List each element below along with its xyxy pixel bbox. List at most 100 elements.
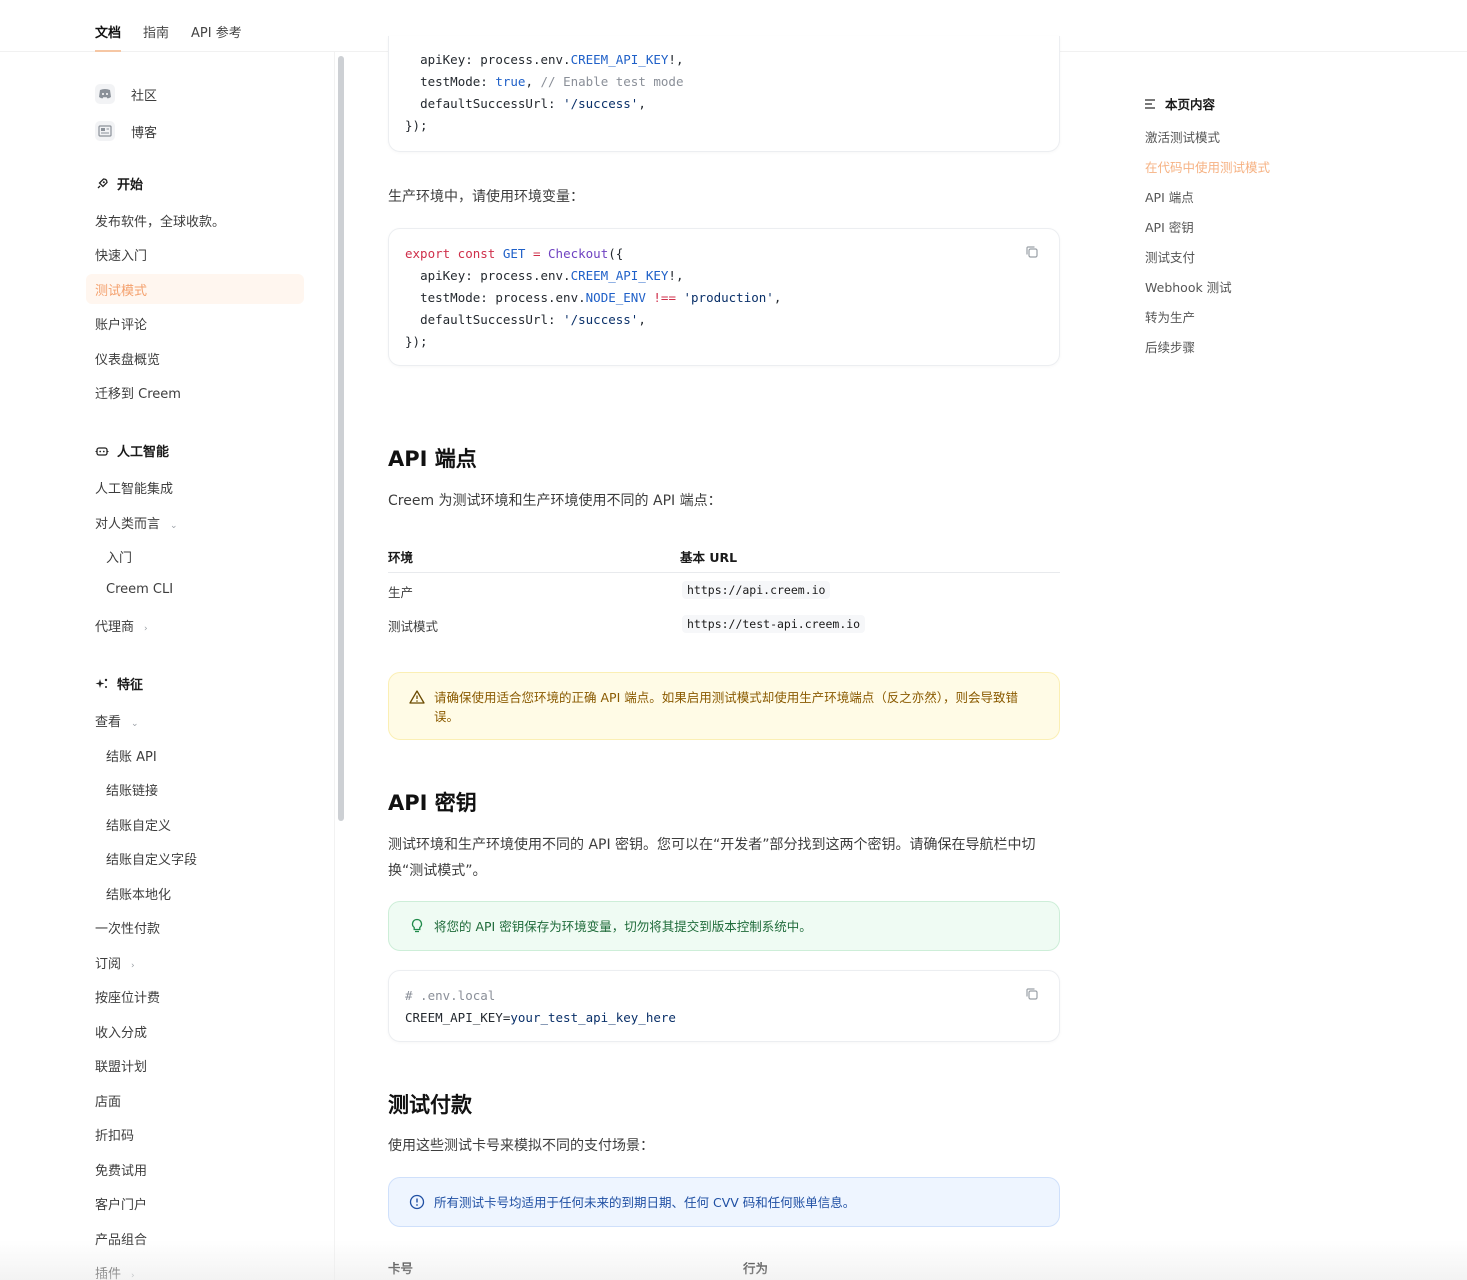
info-callout: 所有测试卡号均适用于任何未来的到期日期、任何 CVV 码和任何账单信息。	[388, 1177, 1060, 1227]
bottom-fade	[0, 1240, 1467, 1280]
table-cell-env: 测试模式	[388, 619, 439, 634]
sidebar-item-checkout-localization[interactable]: 结账本地化	[106, 884, 171, 903]
sidebar-item-getting-started[interactable]: 入门	[106, 547, 132, 566]
table-cell-url: https://api.creem.io	[682, 581, 831, 599]
sidebar-scrollbar[interactable]	[338, 56, 344, 821]
sidebar-item-affiliates[interactable]: 联盟计划	[95, 1056, 147, 1075]
section-heading-ai: 人工智能	[95, 441, 169, 460]
sidebar-item-agents[interactable]: 代理商 ›	[95, 616, 148, 635]
warning-callout: 请确保使用适合您环境的正确 API 端点。如果启用测试模式却使用生产环境端点（反…	[388, 672, 1060, 740]
sidebar-item-checkout-api[interactable]: 结账 API	[106, 746, 157, 765]
chevron-down-icon: ⌄	[131, 719, 139, 729]
sidebar-item-checkout-custom[interactable]: 结账自定义	[106, 815, 171, 834]
code-line: });	[405, 334, 428, 349]
sidebar-link-label: 社区	[131, 88, 158, 104]
sidebar-item-quickstart[interactable]: 快速入门	[95, 245, 147, 264]
sidebar-item-creem-cli[interactable]: Creem CLI	[106, 582, 173, 597]
sidebar-item-one-time[interactable]: 一次性付款	[95, 918, 160, 937]
heading-api-endpoints: API 端点	[388, 447, 477, 471]
copy-icon[interactable]	[1025, 245, 1039, 259]
info-circle-icon	[409, 1194, 425, 1210]
newspaper-icon	[95, 121, 115, 141]
code-line: # .env.local	[405, 988, 496, 1003]
sidebar-item-seat-billing[interactable]: 按座位计费	[95, 987, 160, 1006]
payments-intro: 使用这些测试卡号来模拟不同的支付场景：	[388, 1138, 654, 1154]
active-tab-indicator	[95, 50, 121, 52]
code-line: export const GET = Checkout({	[405, 246, 624, 261]
section-heading-start: 开始	[95, 174, 143, 193]
tip-callout: 将您的 API 密钥保存为环境变量，切勿将其提交到版本控制系统中。	[388, 901, 1060, 951]
sidebar-item-plugins[interactable]: 插件 ›	[95, 1263, 135, 1280]
rocket-icon	[97, 177, 108, 188]
sparkles-icon	[95, 678, 108, 688]
tab-guides[interactable]: 指南	[143, 22, 169, 41]
chevron-down-icon: ⌄	[170, 521, 178, 531]
endpoints-intro: Creem 为测试环境和生产环境使用不同的 API 端点：	[388, 493, 722, 509]
sidebar-item-checkout-links[interactable]: 结账链接	[106, 780, 158, 799]
discord-icon	[95, 84, 115, 104]
sidebar-link-label: 博客	[131, 125, 158, 141]
sidebar-item-migrate[interactable]: 迁移到 Creem	[95, 383, 181, 402]
code-line: testMode: process.env.NODE_ENV !== 'prod…	[420, 290, 782, 305]
chevron-right-icon: ›	[131, 1271, 135, 1280]
toc-item-code-usage[interactable]: 在代码中使用测试模式	[1145, 157, 1270, 176]
toc-item-next-steps[interactable]: 后续步骤	[1145, 337, 1195, 356]
code-line: defaultSuccessUrl: '/success',	[420, 96, 646, 111]
sidebar-link-blog[interactable]: 博客	[95, 121, 157, 141]
copy-icon[interactable]	[1025, 987, 1039, 1001]
code-line: apiKey: process.env.CREEM_API_KEY!,	[420, 52, 684, 67]
column-header-behavior: 行为	[743, 1261, 769, 1276]
sidebar-item-checkout-fields[interactable]: 结账自定义字段	[106, 849, 197, 868]
sidebar-item-for-humans[interactable]: 对人类而言 ⌄	[95, 513, 178, 532]
code-block-production: export const GET = Checkout({ apiKey: pr…	[388, 228, 1060, 366]
sidebar-item-discounts[interactable]: 折扣码	[95, 1125, 134, 1144]
toc-item-webhook[interactable]: Webhook 测试	[1145, 277, 1232, 296]
keys-intro: 测试环境和生产环境使用不同的 API 密钥。您可以在“开发者”部分找到这两个密钥…	[388, 837, 1036, 879]
sidebar-item-subscriptions[interactable]: 订阅 ›	[95, 953, 135, 972]
toc-item-activate[interactable]: 激活测试模式	[1145, 127, 1220, 146]
sidebar-item-dashboard[interactable]: 仪表盘概览	[95, 349, 160, 368]
tab-docs[interactable]: 文档	[95, 22, 121, 41]
toc-title: 本页内容	[1145, 94, 1215, 113]
toc-item-api-keys[interactable]: API 密钥	[1145, 217, 1194, 236]
sidebar-item-customer-portal[interactable]: 客户门户	[95, 1194, 147, 1213]
sidebar-item-view[interactable]: 查看 ⌄	[95, 711, 139, 730]
production-env-text: 生产环境中，请使用环境变量：	[388, 189, 584, 205]
code-block-test-mode: apiKey: process.env.CREEM_API_KEY!, test…	[388, 36, 1060, 152]
sidebar-item-test-mode[interactable]: 测试模式	[95, 280, 147, 299]
code-block-env: # .env.local CREEM_API_KEY=your_test_api…	[388, 970, 1060, 1042]
toc-item-test-payments[interactable]: 测试支付	[1145, 247, 1195, 266]
sidebar-link-community[interactable]: 社区	[95, 84, 157, 104]
section-heading-features: 特征	[95, 674, 143, 693]
tab-api-reference[interactable]: API 参考	[191, 22, 242, 41]
sidebar-item-storefront[interactable]: 店面	[95, 1091, 121, 1110]
column-header-env: 环境	[388, 550, 414, 565]
code-line: defaultSuccessUrl: '/success',	[420, 312, 646, 327]
tip-text: 将您的 API 密钥保存为环境变量，切勿将其提交到版本控制系统中。	[434, 919, 812, 934]
sidebar-item-bundles[interactable]: 产品组合	[95, 1229, 147, 1248]
table-cell-env: 生产	[388, 585, 414, 600]
code-line: });	[405, 118, 428, 133]
warning-triangle-icon	[409, 690, 425, 704]
heading-api-keys: API 密钥	[388, 791, 477, 815]
chevron-right-icon: ›	[144, 624, 148, 634]
robot-icon	[95, 446, 109, 456]
info-text: 所有测试卡号均适用于任何未来的到期日期、任何 CVV 码和任何账单信息。	[434, 1195, 856, 1210]
code-line: CREEM_API_KEY=your_test_api_key_here	[405, 1010, 676, 1025]
table-divider	[388, 572, 1060, 573]
sidebar-item-revenue-split[interactable]: 收入分成	[95, 1022, 147, 1041]
sidebar-item-free-trial[interactable]: 免费试用	[95, 1160, 147, 1179]
sidebar-item-ai-integration[interactable]: 人工智能集成	[95, 478, 173, 497]
chevron-right-icon: ›	[131, 961, 135, 971]
sidebar-item-account-review[interactable]: 账户评论	[95, 314, 147, 333]
list-icon	[1145, 98, 1155, 109]
toc-item-endpoints[interactable]: API 端点	[1145, 187, 1194, 206]
column-header-card: 卡号	[388, 1261, 414, 1276]
code-line: apiKey: process.env.CREEM_API_KEY!,	[420, 268, 684, 283]
warning-text: 请确保使用适合您环境的正确 API 端点。如果启用测试模式却使用生产环境端点（反…	[434, 690, 1018, 724]
toc-item-go-live[interactable]: 转为生产	[1145, 307, 1195, 326]
table-cell-url: https://test-api.creem.io	[682, 615, 866, 633]
heading-test-payments: 测试付款	[388, 1093, 472, 1117]
sidebar-item-intro[interactable]: 发布软件，全球收款。	[95, 211, 225, 230]
column-header-url: 基本 URL	[680, 550, 738, 565]
